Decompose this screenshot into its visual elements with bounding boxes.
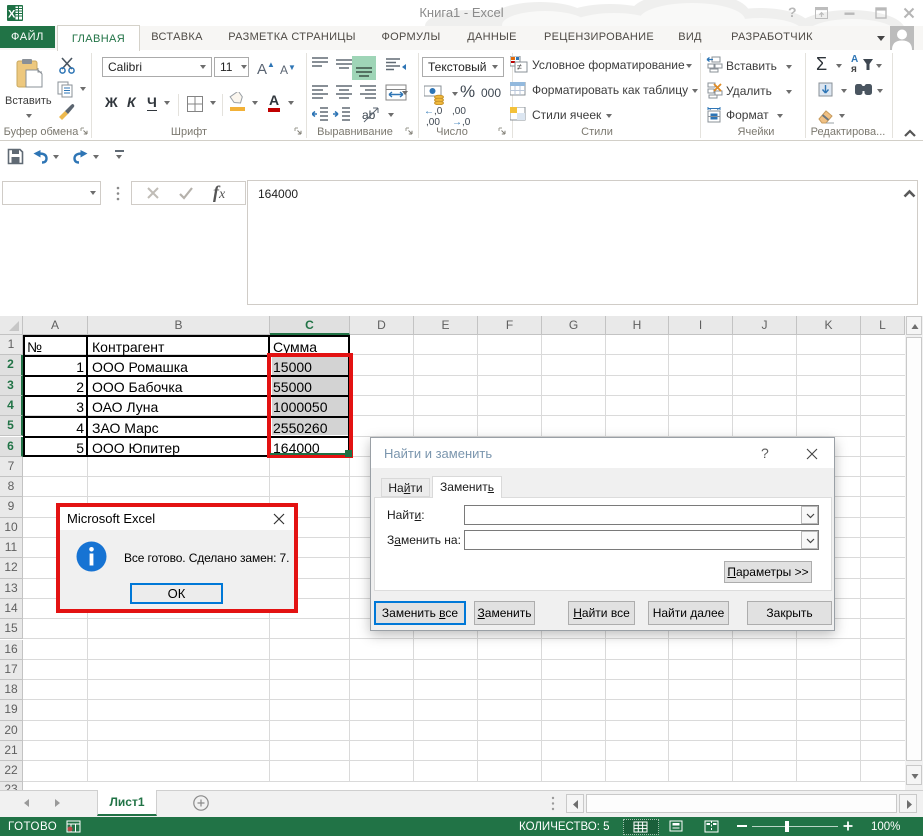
svg-text:≠: ≠ bbox=[517, 62, 522, 72]
svg-text:ab: ab bbox=[362, 108, 376, 122]
